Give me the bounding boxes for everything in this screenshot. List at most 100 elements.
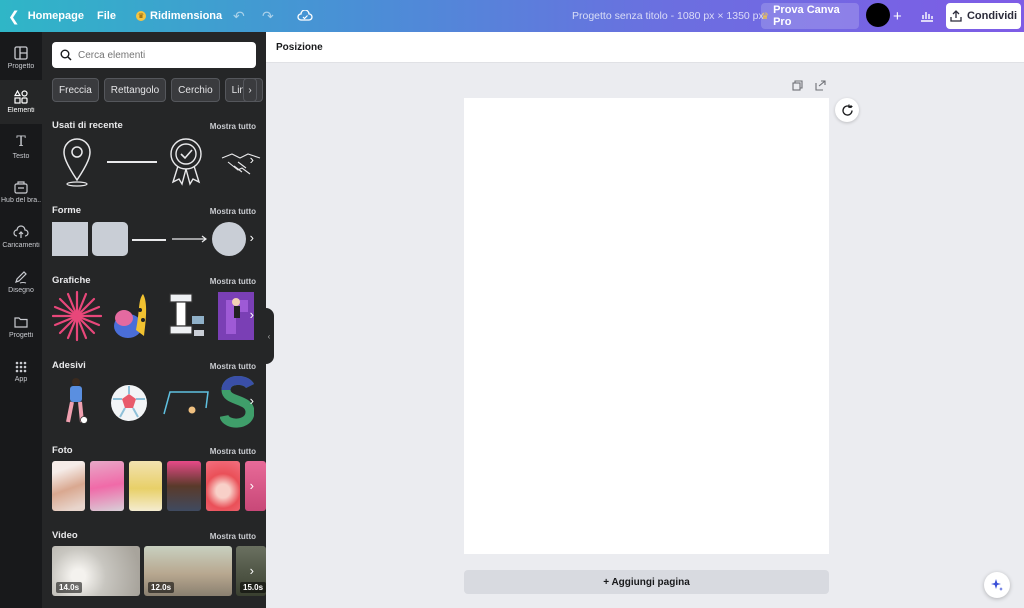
search-icon [60,49,72,61]
side-rail: Progetto Elementi T Testo Hub del bra...… [0,32,42,608]
section-title-stickers: Adesivi [52,360,86,371]
recent-row: › [52,136,266,188]
rail-item-caricamenti[interactable]: Caricamenti [0,215,42,259]
search-box[interactable] [52,42,256,68]
chevron-right-icon[interactable]: › [250,307,254,322]
search-input[interactable] [78,49,238,61]
undo-icon[interactable]: ↶ [233,0,245,32]
badge-check-icon[interactable] [165,136,207,188]
rail-item-testo[interactable]: T Testo [0,125,42,169]
top-bar: ❮ Homepage File ♛ Ridimensiona ↶ ↷ Proge… [0,0,1024,32]
photo-thumbnail[interactable] [245,461,266,511]
share-label: Condividi [966,10,1018,22]
circle-shape[interactable] [212,222,246,256]
homepage-label: Homepage [27,10,84,22]
video-thumbnail[interactable]: 14.0s [52,546,140,596]
rail-label: Testo [12,153,30,160]
add-page-button[interactable]: + Aggiungi pagina [464,570,829,594]
chevron-right-icon[interactable]: › [250,393,254,408]
line-shape[interactable] [132,239,166,241]
avatar[interactable] [866,3,890,27]
see-all-graphics-link[interactable]: Mostra tutto [210,277,256,286]
chevron-right-icon[interactable]: › [250,230,254,245]
chevron-left-icon: ❮ [8,7,20,24]
try-pro-button[interactable]: ♛ Prova Canva Pro [761,3,859,29]
chevron-right-icon[interactable]: › [250,478,254,493]
section-title-videos: Video [52,530,78,541]
folder-icon [14,317,28,328]
handshake-icon[interactable] [220,148,262,178]
see-all-shapes-link[interactable]: Mostra tutto [210,207,256,216]
rounded-square-shape[interactable] [92,222,128,256]
crown-icon: ♛ [136,11,146,21]
letter-i-illustration[interactable] [164,290,208,342]
share-icon [950,10,962,22]
refresh-icon[interactable] [835,98,859,122]
pink-starburst-graphic[interactable] [52,290,102,342]
stickers-row: › [52,376,266,428]
duplicate-page-icon[interactable] [792,80,803,94]
rail-item-progetto[interactable]: Progetto [0,36,42,80]
try-pro-label: Prova Canva Pro [773,4,840,28]
crown-icon: ♛ [761,10,770,21]
chevron-left-icon: ‹ [267,331,271,341]
see-all-stickers-link[interactable]: Mostra tutto [210,362,256,371]
video-thumbnail[interactable]: 12.0s [144,546,232,596]
section-title-recent: Usati di recente [52,120,123,131]
chevron-right-icon[interactable]: › [250,563,254,578]
brand-icon [14,181,28,194]
magic-sparkle-icon[interactable] [984,572,1010,598]
rail-label: Progetto [7,63,35,70]
photos-row: › [52,461,266,511]
rail-item-brand-hub[interactable]: Hub del bra... [0,170,42,214]
video-duration: 12.0s [148,582,175,593]
cloud-upload-icon [13,225,29,238]
redo-icon[interactable]: ↷ [262,0,274,32]
chip-cerchio[interactable]: Cerchio [171,78,220,102]
see-all-videos-link[interactable]: Mostra tutto [210,532,256,541]
square-shape[interactable] [52,222,88,256]
document-title[interactable]: Progetto senza titolo - 1080 px × 1350 p… [572,0,764,32]
invite-plus-icon[interactable]: + [893,0,902,32]
rail-item-progetti[interactable]: Progetti [0,305,42,349]
rail-label: Hub del bra... [1,197,41,204]
rail-item-disegno[interactable]: Disegno [0,260,42,304]
goal-net-sticker[interactable] [162,388,210,418]
rail-label: Progetti [8,332,34,339]
section-title-photos: Foto [52,445,73,456]
homepage-button[interactable]: ❮ Homepage [8,0,84,32]
photo-thumbnail[interactable] [90,461,124,511]
cloud-saved-icon[interactable] [297,0,313,32]
video-duration: 15.0s [240,582,266,593]
chip-rettangolo[interactable]: Rettangolo [103,78,167,102]
design-canvas[interactable] [464,98,829,554]
shapes-icon [14,90,28,104]
rail-item-elementi[interactable]: Elementi [0,80,42,124]
resize-button[interactable]: ♛ Ridimensiona [136,0,222,32]
file-menu[interactable]: File [97,0,116,32]
see-all-photos-link[interactable]: Mostra tutto [210,447,256,456]
see-all-recent-link[interactable]: Mostra tutto [210,122,256,131]
soccer-ball-sticker[interactable] [108,382,150,424]
share-button[interactable]: Condividi [946,3,1021,29]
chips-scroll-right-button[interactable]: › [243,78,257,102]
chip-freccia[interactable]: Freccia [52,78,99,102]
dinosaur-illustration[interactable] [110,290,152,342]
photo-thumbnail[interactable] [167,461,201,511]
photo-thumbnail[interactable] [206,461,240,511]
rail-label: App [14,376,28,383]
photo-thumbnail[interactable] [52,461,85,511]
arrow-line-shape[interactable] [172,233,208,245]
add-page-icon[interactable] [815,80,826,94]
insights-icon[interactable] [920,0,934,32]
text-icon: T [16,134,26,150]
chevron-right-icon[interactable]: › [250,152,254,167]
rail-label: Disegno [8,287,34,294]
photo-thumbnail[interactable] [129,461,162,511]
location-pin-icon[interactable] [60,136,94,188]
rail-item-app[interactable]: App [0,350,42,394]
soccer-player-sticker[interactable] [60,376,90,428]
position-button[interactable]: Posizione [276,42,323,53]
line-shape[interactable] [107,161,157,163]
collapse-panel-handle[interactable]: ‹ [264,308,274,364]
